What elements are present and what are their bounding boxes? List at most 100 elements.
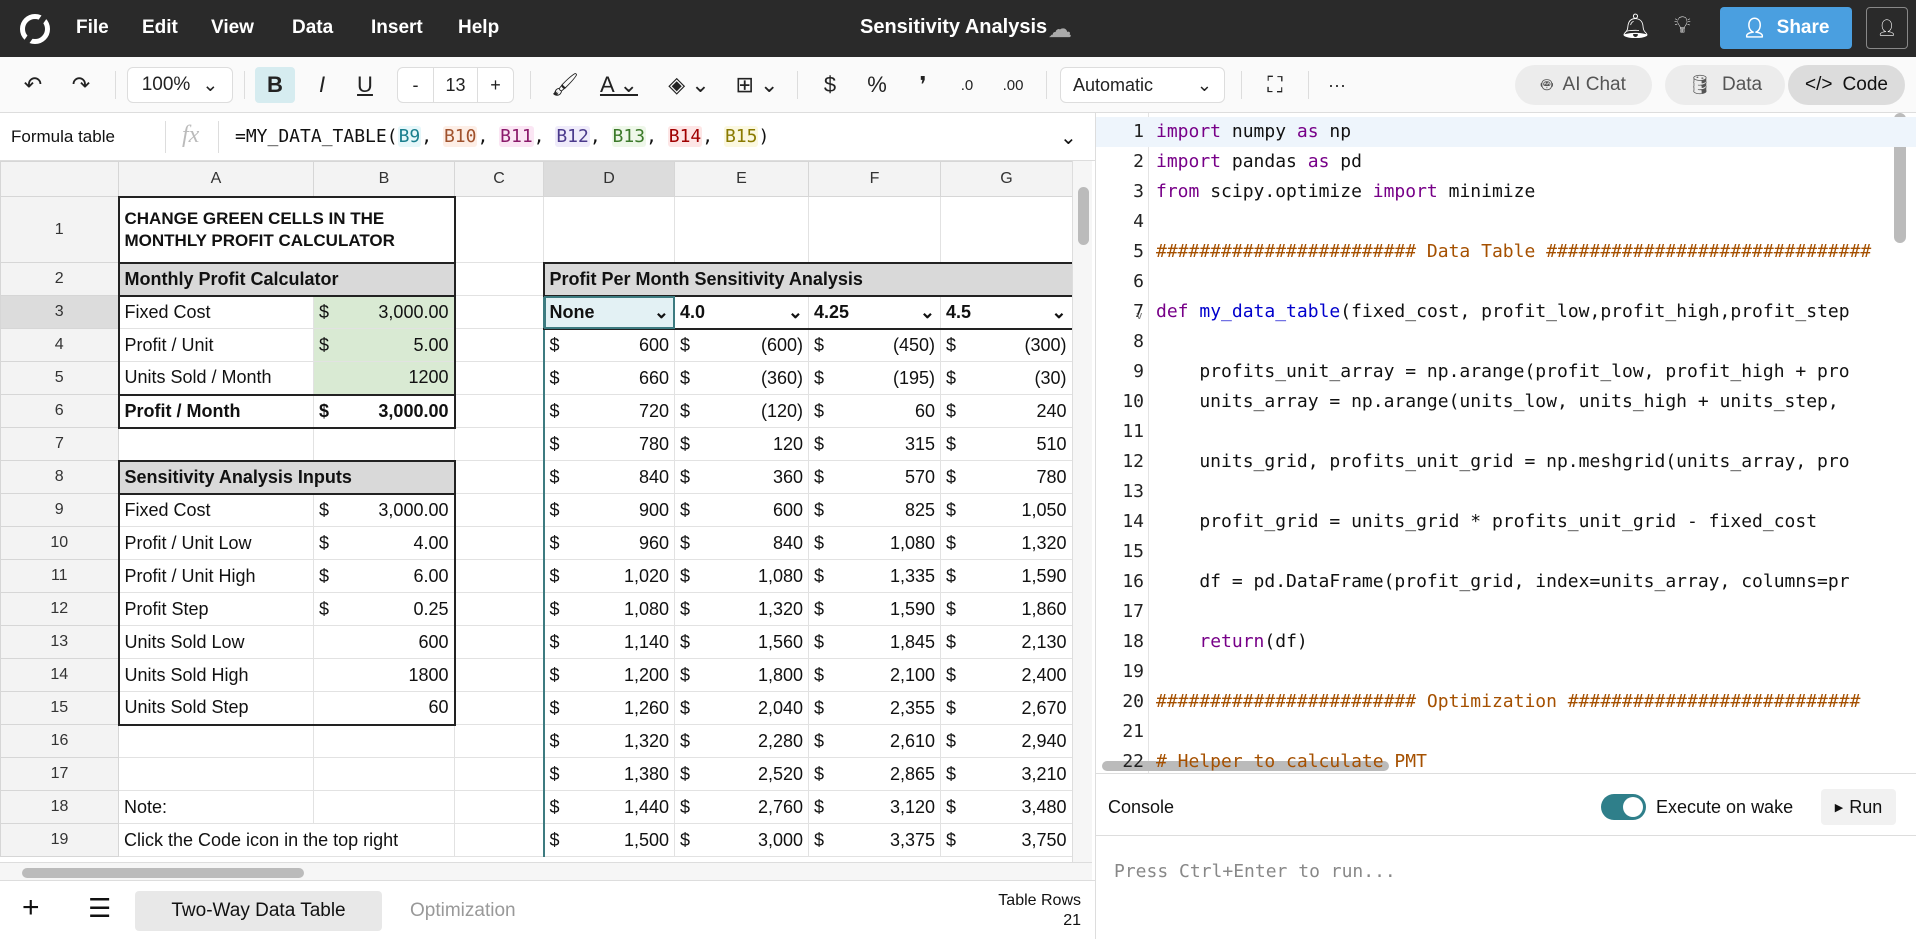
cell-a8[interactable]: Sensitivity Analysis Inputs — [117, 459, 456, 495]
bold-button[interactable]: B — [255, 67, 295, 103]
cell-c3[interactable] — [454, 295, 544, 329]
cell-c18[interactable] — [454, 790, 544, 824]
cell-g18[interactable]: $3,480 — [940, 790, 1072, 824]
cell-g5[interactable]: $ (30) — [940, 361, 1072, 395]
cell-d17[interactable]: $1,380 — [542, 757, 675, 791]
cell-e9[interactable]: $600 — [674, 493, 809, 527]
cell-g8[interactable]: $780 — [940, 460, 1072, 494]
sheet-list-icon[interactable]: ☰ — [88, 893, 111, 924]
data-button[interactable]: 🛢︎ Data — [1665, 65, 1785, 105]
row-header[interactable]: 4 — [0, 328, 119, 362]
row-header[interactable]: 15 — [0, 691, 119, 725]
cell-d6[interactable]: $720 — [542, 394, 675, 428]
cell-d2[interactable]: Profit Per Month Sensitivity Analysis — [542, 261, 1072, 297]
cell-f17[interactable]: $2,865 — [808, 757, 941, 791]
cell-e1[interactable] — [674, 196, 809, 263]
cell-a6[interactable]: Profit / Month — [117, 393, 314, 429]
cell-e6[interactable]: $ (120) — [674, 394, 809, 428]
share-button[interactable]: 👤︎ Share — [1720, 7, 1852, 49]
cell-e13[interactable]: $1,560 — [674, 625, 809, 659]
menu-view[interactable]: View — [211, 17, 254, 39]
cell-e19[interactable]: $3,000 — [674, 823, 809, 857]
console-input[interactable]: Press Ctrl+Enter to run... — [1114, 861, 1396, 882]
cell-c12[interactable] — [454, 592, 544, 626]
cell-g9[interactable]: $1,050 — [940, 493, 1072, 527]
document-title[interactable]: Sensitivity Analysis — [860, 16, 1047, 39]
cell-c2[interactable] — [454, 262, 544, 296]
user-menu-button[interactable]: 👤︎ — [1866, 7, 1908, 49]
cell-a1[interactable]: CHANGE GREEN CELLS IN THE MONTHLY PROFIT… — [117, 195, 456, 264]
cell-e4[interactable]: $ (600) — [674, 328, 809, 362]
row-header[interactable]: 19 — [0, 823, 119, 857]
cell-a5[interactable]: Units Sold / Month — [117, 361, 314, 395]
cell-f19[interactable]: $3,375 — [808, 823, 941, 857]
chevron-down-icon[interactable]: ⌄ — [920, 302, 935, 323]
cell-e3[interactable]: 4.0 ⌄ — [674, 295, 809, 330]
row-header[interactable]: 6 — [0, 394, 119, 428]
cell-a7[interactable] — [118, 427, 314, 461]
cell-c11[interactable] — [454, 559, 544, 593]
currency-button[interactable]: $ — [815, 67, 845, 103]
comma-button[interactable]: ❜ — [908, 67, 938, 103]
cell-f4[interactable]: $ (450) — [808, 328, 941, 362]
cell-a13[interactable]: Units Sold Low — [117, 625, 314, 659]
cell-d12[interactable]: $1,080 — [542, 592, 675, 626]
row-header[interactable]: 9 — [0, 493, 119, 527]
cell-d14[interactable]: $1,200 — [542, 658, 675, 692]
column-header-b[interactable]: B — [313, 161, 455, 197]
cell-d7[interactable]: $780 — [542, 427, 675, 461]
bell-icon[interactable]: 🔔︎ — [1620, 12, 1650, 41]
row-header[interactable]: 14 — [0, 658, 119, 692]
cell-a19[interactable]: Click the Code icon in the top right — [118, 823, 455, 857]
cell-e11[interactable]: $1,080 — [674, 559, 809, 593]
font-size-input[interactable]: 13 — [433, 68, 478, 102]
cell-b10[interactable]: $4.00 — [313, 526, 456, 560]
cell-e12[interactable]: $1,320 — [674, 592, 809, 626]
cell-f18[interactable]: $3,120 — [808, 790, 941, 824]
cell-e5[interactable]: $ (360) — [674, 361, 809, 395]
cell-c14[interactable] — [454, 658, 544, 692]
cell-a3[interactable]: Fixed Cost — [117, 295, 314, 329]
cell-c4[interactable] — [454, 328, 544, 362]
row-header[interactable]: 5 — [0, 361, 119, 395]
cell-g16[interactable]: $2,940 — [940, 724, 1072, 758]
cell-c5[interactable] — [454, 361, 544, 395]
lightbulb-icon[interactable]: 💡︎ — [1674, 12, 1691, 40]
formula-input[interactable]: =MY_DATA_TABLE(B9, B10, B11, B12, B13, B… — [235, 126, 769, 147]
cell-c6[interactable] — [454, 394, 544, 428]
vertical-scrollbar[interactable] — [1072, 161, 1092, 862]
decrease-font-button[interactable]: - — [398, 75, 433, 96]
cell-c8[interactable] — [454, 460, 544, 494]
underline-button[interactable]: U — [348, 67, 382, 103]
row-header[interactable]: 1 — [0, 196, 119, 263]
name-box[interactable]: Formula table — [11, 127, 115, 147]
tab-two-way-data-table[interactable]: Two-Way Data Table — [135, 891, 382, 931]
cell-a9[interactable]: Fixed Cost — [117, 493, 314, 527]
chevron-down-icon[interactable]: ⌄ — [1060, 125, 1077, 150]
cell-e15[interactable]: $2,040 — [674, 691, 809, 725]
cell-f15[interactable]: $2,355 — [808, 691, 941, 725]
chevron-down-icon[interactable]: ⌄ — [1051, 302, 1066, 323]
cell-b12[interactable]: $0.25 — [313, 592, 456, 626]
cell-d16[interactable]: $1,320 — [542, 724, 675, 758]
cell-a18[interactable]: Note: — [118, 790, 314, 824]
add-sheet-icon[interactable]: + — [22, 891, 40, 925]
cell-c13[interactable] — [454, 625, 544, 659]
cell-f13[interactable]: $1,845 — [808, 625, 941, 659]
chevron-down-icon[interactable]: ⌄ — [788, 302, 803, 323]
increase-decimal-button[interactable]: .00 — [996, 67, 1030, 103]
cell-d19[interactable]: $1,500 — [542, 823, 675, 857]
row-header[interactable]: 10 — [0, 526, 119, 560]
chevron-down-icon[interactable]: ⌄ — [654, 302, 669, 323]
ai-chat-button[interactable]: 🤖︎ AI Chat — [1515, 65, 1652, 105]
zoom-select[interactable]: 100% ⌄ — [127, 67, 233, 103]
cell-c16[interactable] — [454, 724, 544, 758]
cell-b18[interactable] — [313, 790, 455, 824]
cell-c10[interactable] — [454, 526, 544, 560]
row-header[interactable]: 3 — [0, 295, 119, 329]
borders-button[interactable]: ⊞ ⌄ — [732, 67, 782, 103]
cell-d3[interactable]: None ⌄ — [542, 295, 675, 330]
cell-a4[interactable]: Profit / Unit — [117, 328, 314, 362]
menu-insert[interactable]: Insert — [371, 17, 423, 39]
decrease-decimal-button[interactable]: .0 — [952, 67, 982, 103]
